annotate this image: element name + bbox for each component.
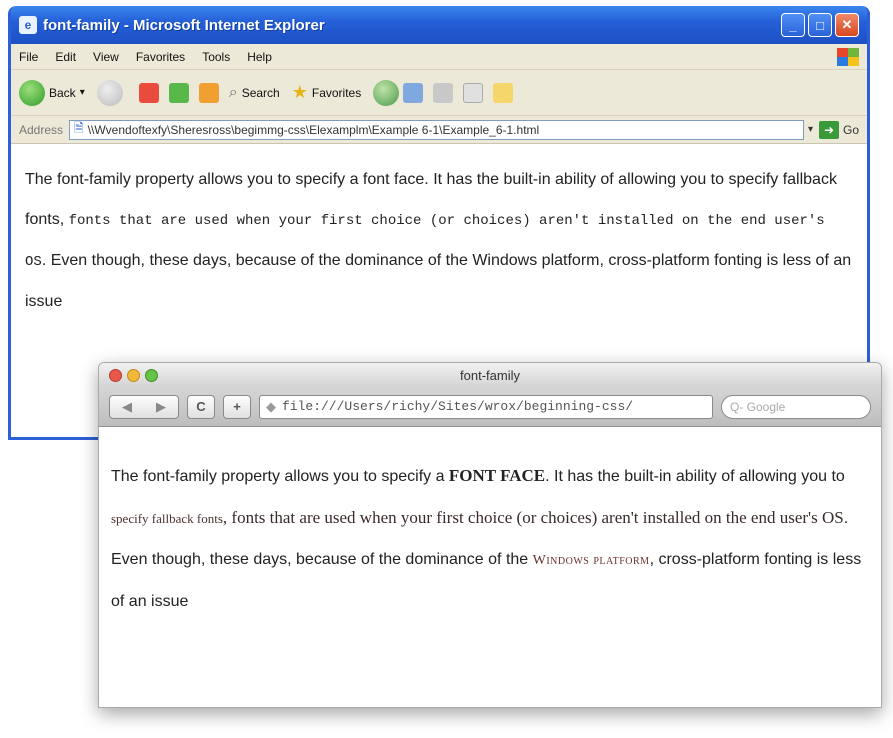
safari-window-title: font-family — [460, 367, 520, 383]
menu-file[interactable]: File — [19, 50, 38, 64]
ie-addressbar: Address 🗎 \\Wvendoftexfy\Sheresross\begi… — [11, 116, 867, 144]
go-arrow-icon: ➜ — [818, 120, 839, 139]
folder-icon[interactable] — [493, 82, 514, 103]
mac-text-3: , fonts that are used when your first ch… — [222, 508, 844, 527]
close-icon[interactable]: ✕ — [835, 13, 859, 37]
refresh-icon[interactable] — [168, 82, 189, 103]
mac-text-2: . It has the built-in ability of allowin… — [545, 468, 845, 485]
back-icon[interactable]: ◀ — [110, 399, 144, 415]
zoom-dot-icon[interactable] — [145, 368, 158, 382]
ie-menubar: File Edit View Favorites Tools Help — [11, 44, 867, 70]
menu-edit[interactable]: Edit — [55, 50, 76, 64]
page-icon: ◆ — [266, 398, 276, 414]
back-label: Back — [49, 85, 76, 100]
ie-window-title: font-family - Microsoft Internet Explore… — [43, 16, 325, 34]
mail-icon[interactable] — [403, 82, 424, 103]
search-label: Search — [241, 85, 280, 100]
plus-icon: + — [233, 399, 241, 414]
address-value: \\Wvendoftexfy\Sheresross\begimmg-css\El… — [87, 122, 540, 137]
stop-icon[interactable] — [138, 82, 159, 103]
back-forward-buttons[interactable]: ◀ ▶ — [109, 394, 179, 419]
reload-icon: C — [196, 399, 206, 414]
history-icon[interactable] — [373, 79, 400, 106]
back-dropdown-icon: ▾ — [79, 87, 85, 98]
menu-view[interactable]: View — [93, 50, 119, 64]
ie-page-content: The font-family property allows you to s… — [11, 144, 867, 338]
back-arrow-icon — [19, 79, 45, 106]
home-icon[interactable] — [198, 82, 219, 103]
windows-flag-icon — [837, 47, 859, 66]
google-search-field[interactable]: Q- Google — [721, 394, 871, 419]
safari-window: font-family ◀ ▶ C + ◆ file:///Users/rich… — [98, 362, 882, 708]
ie-titlebar[interactable]: e font-family - Microsoft Internet Explo… — [11, 6, 867, 44]
url-field[interactable]: ◆ file:///Users/richy/Sites/wrox/beginni… — [259, 394, 713, 419]
address-label: Address — [19, 122, 64, 137]
address-input[interactable]: 🗎 \\Wvendoftexfy\Sheresross\begimmg-css\… — [69, 119, 804, 140]
forward-icon[interactable]: ▶ — [144, 399, 178, 415]
forward-button[interactable] — [96, 79, 127, 106]
ie-logo-icon: e — [19, 16, 37, 34]
menu-tools[interactable]: Tools — [202, 50, 230, 64]
add-bookmark-button[interactable]: + — [223, 394, 251, 419]
mac-fallback-fonts: specify fallback fonts — [111, 511, 223, 526]
mac-font-face: font face — [448, 466, 546, 485]
close-dot-icon[interactable] — [109, 368, 122, 382]
ie-text-2: . Even though, these days, because of th… — [25, 252, 852, 310]
minimize-dot-icon[interactable] — [127, 368, 140, 382]
address-dropdown-icon[interactable]: ▾ — [808, 124, 813, 135]
maximize-icon[interactable]: □ — [808, 13, 832, 37]
page-icon: 🗎 — [74, 121, 84, 135]
url-value: file:///Users/richy/Sites/wrox/beginning… — [282, 399, 634, 414]
forward-arrow-icon — [96, 79, 123, 106]
print-icon[interactable] — [433, 82, 454, 103]
star-icon: ★ — [291, 82, 308, 102]
minimize-icon[interactable]: _ — [781, 13, 805, 37]
reload-button[interactable]: C — [187, 394, 215, 419]
edit-icon[interactable] — [463, 82, 484, 103]
menu-favorites[interactable]: Favorites — [136, 50, 185, 64]
go-button[interactable]: ➜ Go — [818, 120, 859, 139]
search-icon: ⌕ — [228, 83, 238, 101]
safari-page-content: The font-family property allows you to s… — [99, 427, 881, 622]
favorites-label: Favorites — [311, 85, 362, 100]
ie-toolbar: Back ▾ ⌕ Search ★ Favorites — [11, 70, 867, 116]
search-placeholder: Q- Google — [730, 399, 786, 414]
go-label: Go — [842, 122, 859, 137]
favorites-button[interactable]: ★ Favorites — [292, 82, 362, 103]
menu-help[interactable]: Help — [247, 50, 272, 64]
back-button[interactable]: Back ▾ — [19, 79, 85, 106]
mac-text-1: The font-family property allows you to s… — [111, 468, 449, 485]
safari-titlebar[interactable]: font-family — [99, 363, 881, 387]
search-button[interactable]: ⌕ Search — [229, 84, 280, 102]
mac-windows-platform: Windows platform — [532, 553, 650, 568]
safari-toolbar: ◀ ▶ C + ◆ file:///Users/richy/Sites/wrox… — [99, 387, 881, 427]
